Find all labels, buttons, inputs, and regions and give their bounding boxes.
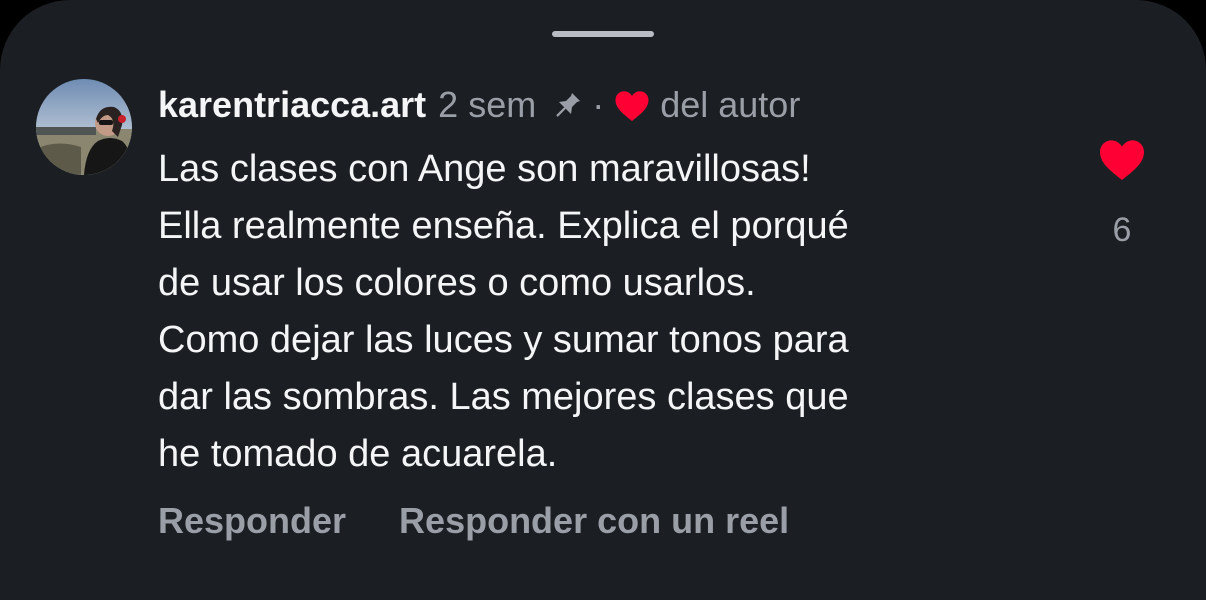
like-button[interactable] <box>1098 138 1146 182</box>
heart-filled-icon[interactable] <box>1098 138 1146 182</box>
comment-header: karentriacca.art 2 sem · del autor <box>158 82 800 128</box>
header-separator: · <box>592 84 605 125</box>
author-liked-label: del autor <box>660 84 801 125</box>
avatar[interactable] <box>36 79 132 175</box>
sheet-grab-handle[interactable] <box>552 31 654 37</box>
comment-sheet: karentriacca.art 2 sem · del autor Las c… <box>0 0 1206 600</box>
comment-text: Las clases con Ange son maravillosas! El… <box>158 148 849 475</box>
comment-username[interactable]: karentriacca.art <box>158 82 426 128</box>
like-count[interactable]: 6 <box>1096 208 1148 252</box>
reply-with-reel-button[interactable]: Responder con un reel <box>399 498 789 544</box>
reply-button[interactable]: Responder <box>158 498 346 544</box>
pin-icon <box>550 88 584 122</box>
comment-actions: Responder Responder con un reel <box>158 498 789 544</box>
comment-timestamp: 2 sem <box>438 84 537 125</box>
heart-filled-icon <box>614 88 650 122</box>
